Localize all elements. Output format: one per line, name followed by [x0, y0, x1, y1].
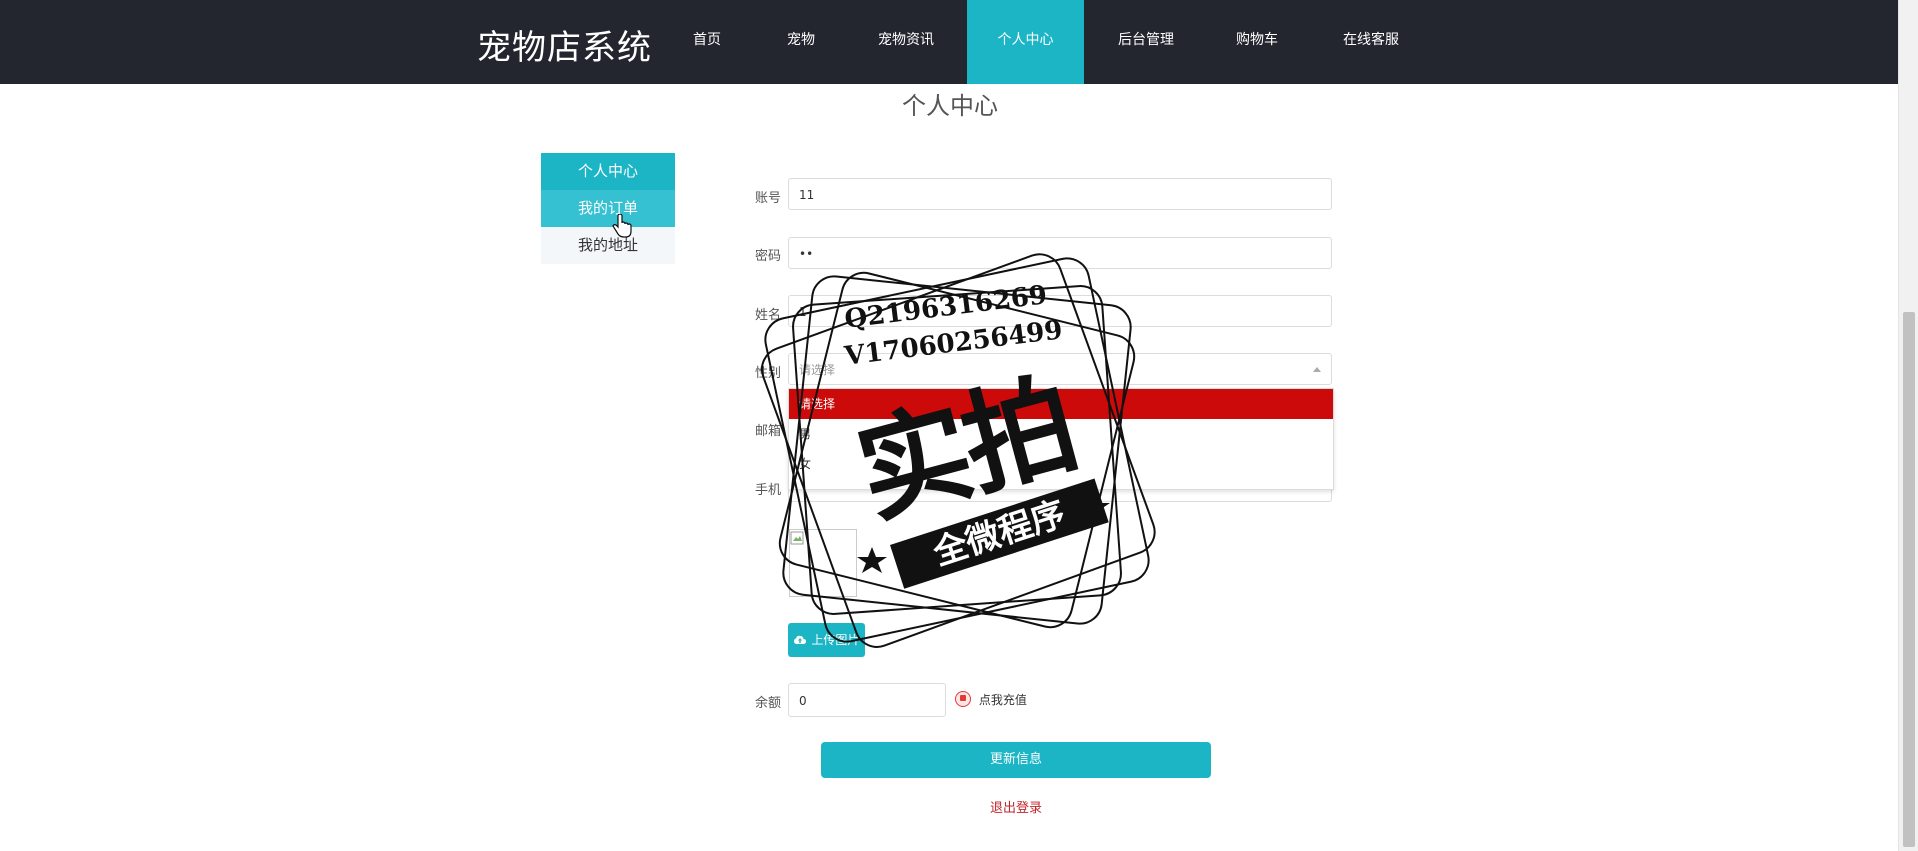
sidebar-item-user-center[interactable]: 个人中心: [541, 153, 675, 190]
page-title: 个人中心: [902, 92, 998, 120]
site-brand[interactable]: 宠物店系统: [477, 20, 652, 69]
top-nav-bar: 宠物店系统 首页 宠物 宠物资讯 个人中心 后台管理 购物车 在线客服: [0, 0, 1898, 84]
page-scrollbar[interactable]: [1898, 0, 1918, 851]
nav-home[interactable]: 首页: [676, 0, 738, 84]
balance-label: 余额: [755, 696, 782, 711]
scrollbar-thumb[interactable]: [1903, 312, 1915, 847]
nav-user-center[interactable]: 个人中心: [967, 0, 1084, 84]
sidebar-item-my-orders[interactable]: 我的订单: [541, 190, 675, 227]
balance-field[interactable]: 0: [788, 683, 946, 717]
caret-up-icon: [1313, 367, 1321, 372]
update-info-button[interactable]: 更新信息: [821, 742, 1211, 778]
recharge-link[interactable]: 点我充值: [955, 691, 1027, 708]
recharge-label: 点我充值: [978, 693, 1027, 707]
nav-admin[interactable]: 后台管理: [1110, 0, 1182, 84]
nav-pets[interactable]: 宠物: [770, 0, 832, 84]
sidebar-item-my-address[interactable]: 我的地址: [541, 227, 675, 264]
account-label: 账号: [755, 191, 782, 206]
logout-link[interactable]: 退出登录: [960, 797, 1072, 816]
nav-pet-news[interactable]: 宠物资讯: [870, 0, 942, 84]
account-field[interactable]: 11: [788, 178, 1332, 210]
hand-cursor-icon: [612, 214, 632, 238]
nav-cart[interactable]: 购物车: [1226, 0, 1288, 84]
nav-online-service[interactable]: 在线客服: [1335, 0, 1407, 84]
recharge-icon: [955, 691, 971, 707]
